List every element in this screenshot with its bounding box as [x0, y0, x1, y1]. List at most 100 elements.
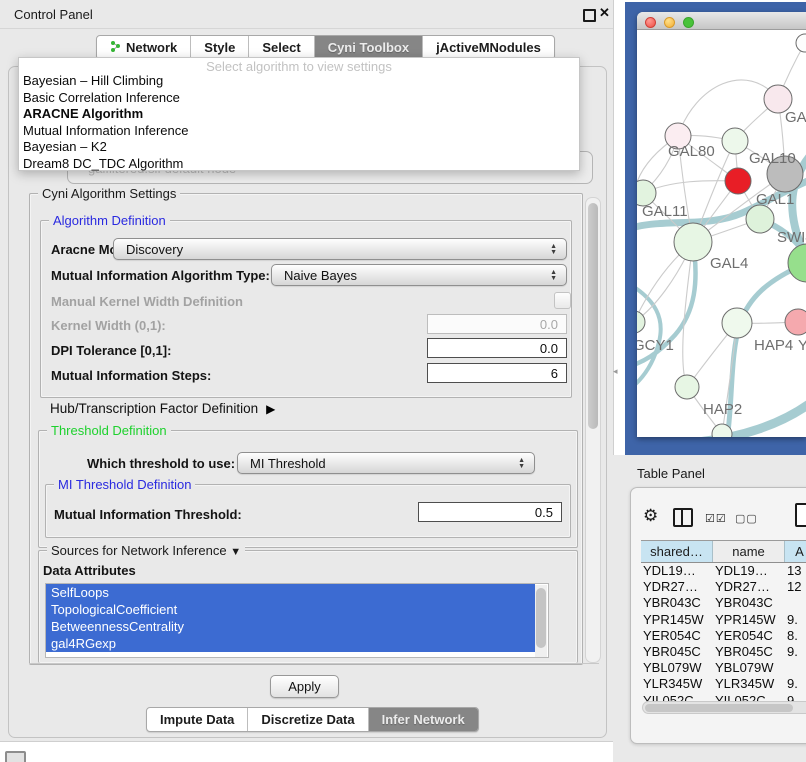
node-hap2[interactable] [675, 375, 699, 399]
dropdown-item-basic-correlation-inference[interactable]: Basic Correlation Inference [19, 90, 579, 107]
tab-infer-network[interactable]: Infer Network [369, 708, 478, 731]
node-table[interactable]: shared…nameA YDL19…YDL19…13YDR27…YDR27…1… [641, 540, 806, 703]
dropdown-item-bayesian-hill-climbing[interactable]: Bayesian – Hill Climbing [19, 73, 579, 90]
tab-label: Cyni Toolbox [328, 40, 409, 55]
table-row[interactable]: YBL079WYBL079W [641, 660, 806, 676]
edge[interactable] [643, 181, 738, 193]
dock-panel-icon[interactable] [5, 751, 26, 762]
apply-button[interactable]: Apply [270, 675, 339, 698]
table-cell: YLR345W [713, 676, 785, 692]
dropdown-item-dream8-dc-tdc-algorithm[interactable]: Dream8 DC_TDC Algorithm [19, 156, 579, 173]
splitter-collapse-icon[interactable]: ◂ [613, 366, 618, 377]
table-horizontal-scrollbar[interactable] [642, 701, 806, 714]
edge[interactable] [678, 80, 778, 136]
mi-threshold-field[interactable]: 0.5 [418, 502, 562, 522]
minimize-traffic-light[interactable] [664, 17, 675, 28]
float-window-icon[interactable] [583, 9, 596, 22]
expand-down-icon[interactable]: ▼ [230, 546, 241, 558]
list-scrollbar-thumb[interactable] [536, 588, 546, 648]
node-gal10[interactable] [722, 128, 748, 154]
node-label: GAL4 [710, 255, 748, 272]
table-row[interactable]: YPR145WYPR145W9. [641, 612, 806, 628]
node-gal1[interactable] [725, 168, 751, 194]
mi-type-combo[interactable]: Naive Bayes ▲▼ [271, 264, 567, 286]
tab-jactivemnodules[interactable]: jActiveMNodules [423, 36, 554, 59]
gear-icon[interactable]: ⚙ [643, 506, 658, 526]
node-label: GAL11 [642, 203, 688, 220]
node-swi4[interactable] [746, 205, 774, 233]
list-scrollbar[interactable] [535, 585, 547, 657]
node-salmon[interactable] [785, 309, 806, 335]
settings-scrollbar[interactable] [585, 197, 601, 663]
tab-network[interactable]: Network [97, 36, 191, 59]
network-window-titlebar[interactable] [637, 12, 806, 30]
table-row[interactable]: YDL19…YDL19…13 [641, 563, 806, 579]
table-scrollbar-thumb[interactable] [645, 704, 793, 712]
node-label: HAP2 [703, 401, 742, 418]
manual-kernel-checkbox[interactable] [554, 292, 571, 309]
table-cell: YDR27… [641, 579, 713, 595]
tab-discretize-data[interactable]: Discretize Data [248, 708, 368, 731]
table-cell [785, 595, 806, 611]
zoom-traffic-light[interactable] [683, 17, 694, 28]
table-cell: YDL19… [713, 563, 785, 579]
which-threshold-combo[interactable]: MI Threshold ▲▼ [237, 452, 535, 474]
dpi-tolerance-field[interactable]: 0.0 [427, 338, 567, 358]
control-panel: Control Panel ✕ NetworkStyleSelect Cyni T… [0, 0, 614, 742]
table-cell: 9. [785, 644, 806, 660]
column-header-a[interactable]: A [785, 541, 806, 562]
table-row[interactable]: YDR27…YDR27…12 [641, 579, 806, 595]
table-cell: YPR145W [641, 612, 713, 628]
column-header-shared[interactable]: shared… [641, 541, 713, 562]
node-hap4[interactable] [722, 308, 752, 338]
tab-style[interactable]: Style [191, 36, 249, 59]
deselect-columns-icon[interactable]: ▢▢ [735, 512, 758, 525]
close-panel-icon[interactable]: ✕ [599, 5, 610, 21]
node-gal4[interactable] [674, 223, 712, 261]
table-row[interactable]: YER054CYER054C8. [641, 628, 806, 644]
hub-definition-toggle[interactable]: Hub/Transcription Factor Definition▶ [50, 401, 275, 416]
data-attributes-list[interactable]: SelfLoopsTopologicalCoefficientBetweenne… [45, 583, 549, 658]
split-columns-icon[interactable] [673, 508, 693, 527]
tab-select[interactable]: Select [249, 36, 314, 59]
network-graph: GAL GAL80 GAL10 GAL1 GAL11 SWI4 GAL4 GCY… [637, 30, 806, 437]
table-panel-window: ⚙ ☑☑ ▢▢ shared…nameA YDL19…YDL19…13YDR27… [630, 487, 806, 744]
node-label: Y [798, 337, 806, 354]
dropdown-item-aracne-algorithm[interactable]: ARACNE Algorithm [19, 106, 579, 123]
table-cell: YER054C [713, 628, 785, 644]
tab-impute-data[interactable]: Impute Data [147, 708, 248, 731]
kernel-width-label: Kernel Width (0,1): [51, 318, 166, 333]
combo-stepper-icon: ▲▼ [550, 265, 557, 287]
algorithm-dropdown-list[interactable]: Select algorithm to view settings Bayesi… [18, 57, 580, 171]
table-row[interactable]: YLR345WYLR345W9. [641, 676, 806, 692]
control-panel-title: Control Panel [14, 7, 93, 22]
network-icon [110, 40, 121, 56]
table-cell: YBR043C [713, 595, 785, 611]
new-table-icon[interactable] [795, 503, 806, 527]
table-row[interactable]: YBR043CYBR043C [641, 595, 806, 611]
attribute-item-topologicalcoefficient[interactable]: TopologicalCoefficient [46, 601, 535, 618]
table-cell: 8. [785, 628, 806, 644]
settings-scrollbar-thumb[interactable] [588, 203, 598, 429]
mi-steps-field[interactable]: 6 [427, 363, 567, 383]
dropdown-item-mutual-information-inference[interactable]: Mutual Information Inference [19, 123, 579, 140]
attribute-item-selfloops[interactable]: SelfLoops [46, 584, 535, 601]
algorithm-dropdown-placeholder: Select algorithm to view settings [19, 58, 579, 73]
node-unlabeled[interactable] [796, 34, 806, 52]
node-bright-green[interactable] [788, 244, 806, 282]
table-row[interactable]: YBR045CYBR045C9. [641, 644, 806, 660]
attribute-item-betweennesscentrality[interactable]: BetweennessCentrality [46, 618, 535, 635]
mi-type-value: Naive Bayes [284, 268, 357, 283]
table-cell: YPR145W [713, 612, 785, 628]
network-canvas[interactable]: GAL GAL80 GAL10 GAL1 GAL11 SWI4 GAL4 GCY… [637, 30, 806, 437]
close-traffic-light[interactable] [645, 17, 656, 28]
attribute-item-gal4rgexp[interactable]: gal4RGexp [46, 635, 535, 652]
node-label: GAL80 [668, 143, 715, 160]
select-all-columns-icon[interactable]: ☑☑ [705, 512, 727, 525]
column-header-name[interactable]: name [713, 541, 785, 562]
dropdown-item-bayesian-k2[interactable]: Bayesian – K2 [19, 139, 579, 156]
tab-cyni-toolbox[interactable]: Cyni Toolbox [315, 36, 423, 59]
aracne-mode-combo[interactable]: Discovery ▲▼ [113, 238, 567, 260]
table-cell: YDL19… [641, 563, 713, 579]
mi-threshold-definition-legend: MI Threshold Definition [54, 477, 195, 492]
